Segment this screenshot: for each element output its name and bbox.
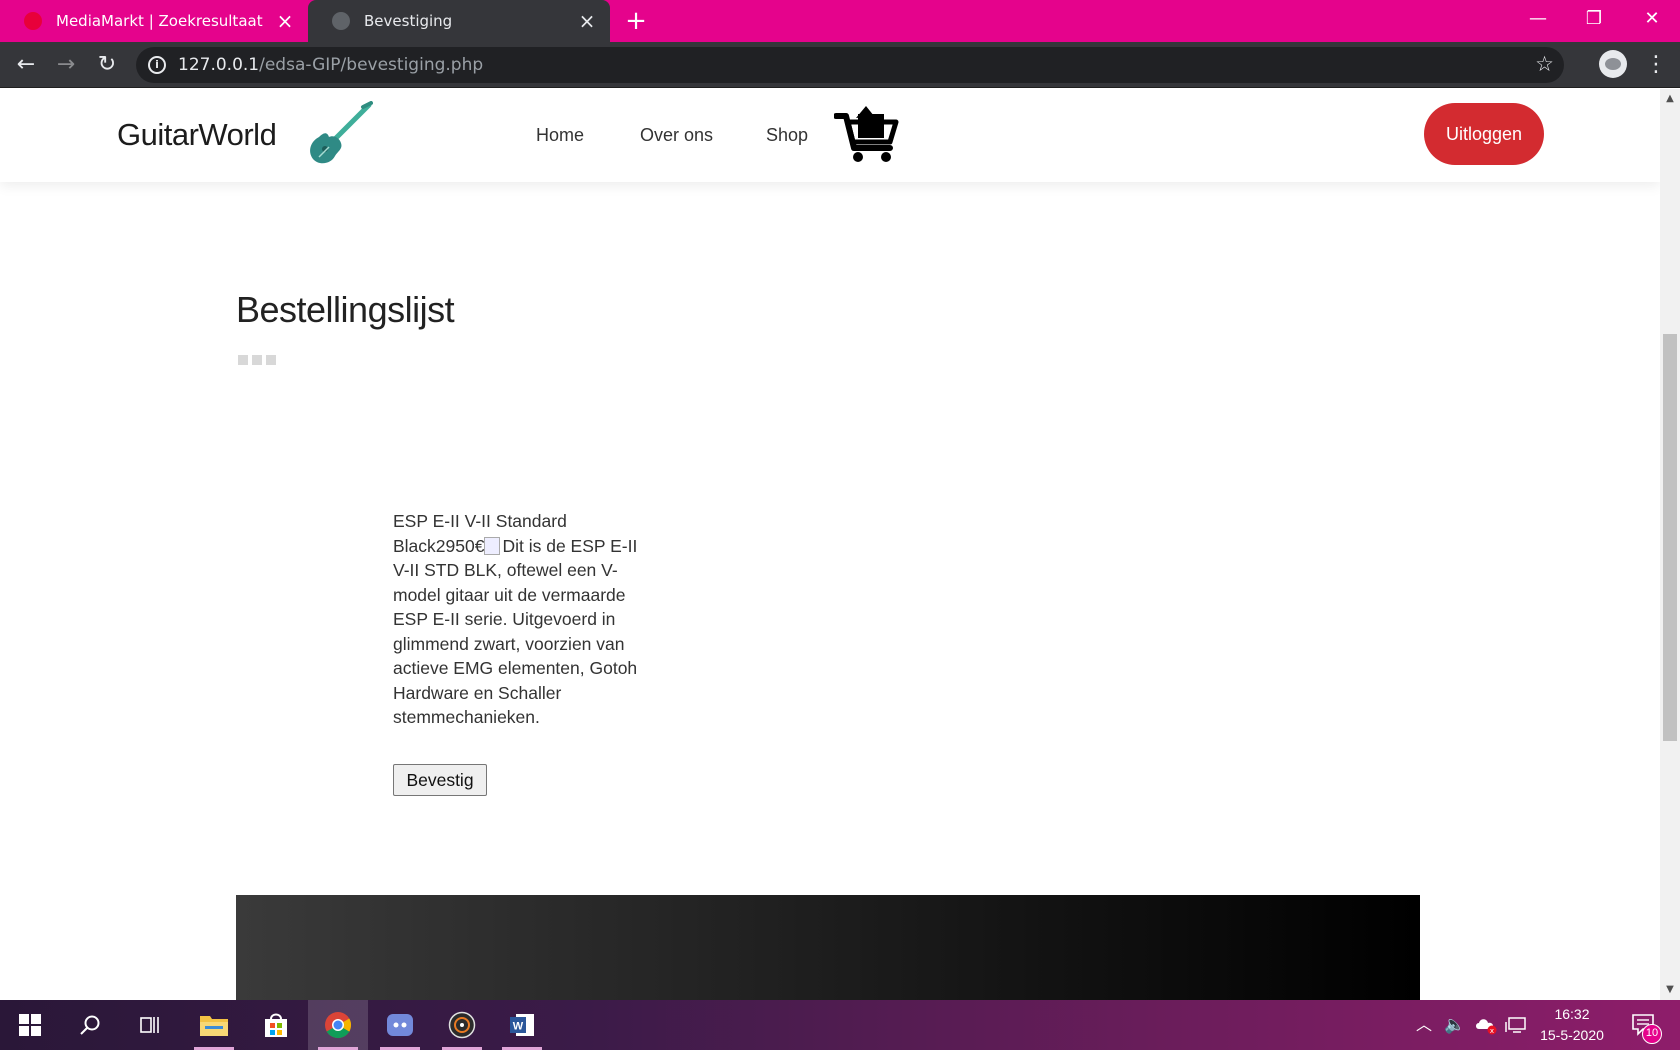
discord-taskbar-button[interactable]: [370, 1000, 430, 1050]
windows-taskbar: W ︿ 🔈 x 16:32 15-5-2020 10: [0, 1000, 1680, 1050]
notification-count-badge: 10: [1642, 1024, 1662, 1044]
search-icon: [80, 1015, 100, 1035]
confirm-order-button[interactable]: Bevestig: [393, 764, 487, 796]
chrome-icon: [325, 1012, 352, 1039]
microsoft-store-button[interactable]: [246, 1000, 306, 1050]
scrollbar-thumb[interactable]: [1663, 334, 1677, 741]
discord-icon: [387, 1014, 413, 1036]
svg-text:W: W: [513, 1021, 524, 1033]
store-bag-icon: [265, 1013, 287, 1037]
close-tab-icon[interactable]: ×: [576, 10, 598, 32]
order-item: ESP E-II V-II Standard Black2950€ Dit is …: [393, 509, 651, 730]
back-arrow-icon[interactable]: ←: [12, 51, 40, 79]
nav-shop-link[interactable]: Shop: [766, 125, 808, 146]
clock-date: 15-5-2020: [1540, 1027, 1604, 1043]
address-bar[interactable]: i 127.0.0.1/edsa-GIP/bevestiging.php ☆: [136, 47, 1564, 83]
tab-title: MediaMarkt | Zoekresultaat: [56, 12, 263, 30]
url-host: 127.0.0.1: [178, 55, 260, 75]
tab-mediamarkt[interactable]: MediaMarkt | Zoekresultaat ×: [0, 0, 308, 42]
new-tab-button[interactable]: +: [622, 7, 650, 35]
kebab-menu-icon[interactable]: ⋮: [1645, 51, 1667, 79]
reload-icon[interactable]: ↻: [93, 51, 121, 79]
brand-name[interactable]: GuitarWorld: [117, 117, 277, 153]
page-title: Bestellingslijst: [236, 289, 455, 330]
browser-toolbar: ← → ↻ i 127.0.0.1/edsa-GIP/bevestiging.p…: [0, 42, 1680, 88]
tab-strip: MediaMarkt | Zoekresultaat × Bevestiging…: [0, 0, 1680, 42]
svg-text:x: x: [1490, 1027, 1494, 1035]
product-image-broken: Dit is de ESP E-II V-II STD BLK, oftewel…: [393, 535, 638, 728]
minimize-window-button[interactable]: —: [1510, 0, 1566, 38]
bookmark-star-icon[interactable]: ☆: [1535, 52, 1554, 76]
scroll-down-arrow-icon[interactable]: ▼: [1660, 982, 1680, 998]
page-scrollbar[interactable]: ▲ ▼: [1660, 89, 1680, 1000]
footer-banner: [236, 895, 1420, 1000]
taskbar-clock[interactable]: 16:32 15-5-2020: [1522, 1004, 1622, 1046]
close-window-button[interactable]: ✕: [1624, 0, 1680, 38]
onedrive-error-icon[interactable]: x: [1472, 1000, 1500, 1050]
url-path: /edsa-GIP/bevestiging.php: [259, 55, 484, 75]
close-tab-icon[interactable]: ×: [274, 10, 296, 32]
file-explorer-button[interactable]: [184, 1000, 244, 1050]
site-header: GuitarWorld Home Over ons Shop Uitloggen: [0, 89, 1660, 182]
nav-home-link[interactable]: Home: [536, 125, 584, 146]
groove-music-icon: [448, 1011, 476, 1039]
site-info-icon[interactable]: i: [148, 56, 166, 74]
title-divider-dots: [238, 355, 276, 365]
logout-button[interactable]: Uitloggen: [1424, 103, 1544, 165]
action-center-button[interactable]: 10: [1628, 1008, 1662, 1044]
scroll-up-arrow-icon[interactable]: ▲: [1660, 91, 1680, 107]
task-view-icon: [140, 1017, 159, 1033]
shopping-cart-icon[interactable]: [834, 104, 900, 164]
mediamarkt-favicon-icon: [24, 12, 42, 30]
globe-icon: [332, 12, 350, 30]
folder-icon: [200, 1016, 228, 1036]
tab-bevestiging[interactable]: Bevestiging ×: [308, 0, 610, 42]
word-taskbar-button[interactable]: W: [492, 1000, 552, 1050]
clock-time: 16:32: [1554, 1006, 1590, 1022]
show-hidden-icons-chevron-icon[interactable]: ︿: [1412, 1000, 1436, 1050]
tab-title: Bevestiging: [364, 12, 453, 30]
chrome-taskbar-button[interactable]: [308, 1000, 368, 1050]
restore-window-button[interactable]: ❐: [1566, 0, 1622, 38]
task-view-button[interactable]: [120, 1000, 180, 1050]
guitar-logo-icon: [310, 101, 373, 164]
nav-about-link[interactable]: Over ons: [640, 125, 713, 146]
windows-logo-icon: [19, 1014, 41, 1036]
page-viewport: GuitarWorld Home Over ons Shop Uitloggen…: [0, 89, 1660, 1000]
word-icon: W: [510, 1014, 534, 1036]
url-text: 127.0.0.1/edsa-GIP/bevestiging.php: [178, 55, 483, 75]
volume-icon[interactable]: 🔈: [1441, 1000, 1469, 1050]
media-player-taskbar-button[interactable]: [432, 1000, 492, 1050]
search-button[interactable]: [60, 1000, 120, 1050]
start-button[interactable]: [0, 1000, 60, 1050]
forward-arrow-icon[interactable]: →: [52, 51, 80, 79]
profile-avatar-icon[interactable]: [1599, 50, 1627, 78]
